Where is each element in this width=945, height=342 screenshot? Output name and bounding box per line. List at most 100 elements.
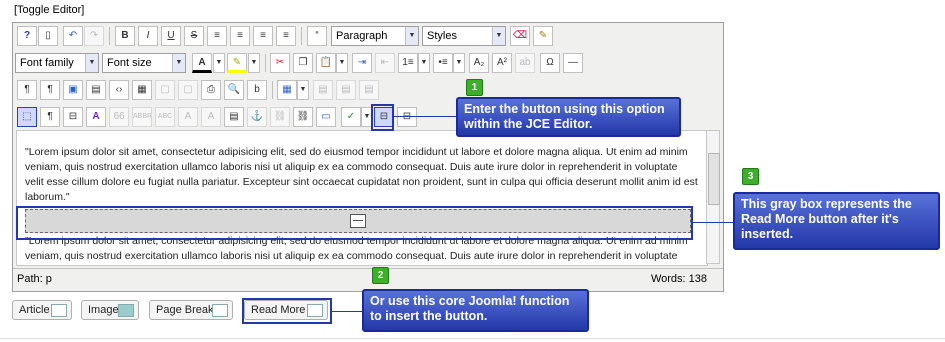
special-character-icon[interactable]: Ω bbox=[540, 53, 560, 73]
image-manager-icon[interactable]: ▭ bbox=[316, 107, 336, 127]
strikethrough-icon[interactable]: S bbox=[184, 26, 204, 46]
cleanup-brush-icon[interactable]: ✎ bbox=[533, 26, 553, 46]
underline-icon[interactable]: U bbox=[161, 26, 181, 46]
toggle-editor-link[interactable]: [Toggle Editor] bbox=[14, 4, 84, 16]
paragraph-select-value: Paragraph bbox=[336, 30, 388, 42]
superscript-icon[interactable]: A² bbox=[492, 53, 512, 73]
article-icon bbox=[51, 304, 67, 317]
blockquote-icon[interactable]: “ bbox=[307, 26, 327, 46]
paragraph-select[interactable]: Paragraph ▼ bbox=[331, 26, 419, 46]
undo-icon[interactable]: ↶ bbox=[63, 26, 83, 46]
chevron-down-icon: ▼ bbox=[85, 54, 98, 72]
new-document-icon[interactable]: ▯ bbox=[38, 26, 58, 46]
highlight-readmore-toolbar bbox=[371, 104, 394, 131]
image-icon bbox=[118, 304, 134, 317]
element-path: Path: p bbox=[17, 273, 52, 285]
callout-badge-1: 1 bbox=[466, 79, 483, 96]
subscript-icon[interactable]: A₂ bbox=[469, 53, 489, 73]
align-left-icon[interactable]: ≡ bbox=[253, 26, 273, 46]
rtl-icon[interactable]: ¶ bbox=[40, 80, 60, 100]
content-scrollbar[interactable] bbox=[706, 130, 720, 264]
spellcheck-icon[interactable]: ✓ bbox=[341, 107, 361, 127]
chevron-down-icon[interactable]: ▼ bbox=[336, 53, 348, 73]
ltr-icon[interactable]: ¶ bbox=[17, 80, 37, 100]
editor-content[interactable]: "Lorem ipsum dolor sit amet, consectetur… bbox=[16, 130, 708, 266]
anchor-icon[interactable]: ⚓ bbox=[247, 107, 267, 127]
copy-icon[interactable]: ❐ bbox=[293, 53, 313, 73]
chevron-down-icon[interactable]: ▼ bbox=[297, 80, 309, 100]
table-icon[interactable]: ▦ bbox=[277, 80, 297, 100]
link-icon[interactable]: ⛓ bbox=[293, 107, 313, 127]
bullet-list-icon[interactable]: •≡ bbox=[433, 53, 453, 73]
article-button-label: Article bbox=[19, 304, 50, 316]
chevron-down-icon[interactable]: ▼ bbox=[453, 53, 465, 73]
row-after-icon[interactable]: ▤ bbox=[336, 80, 356, 100]
fullscreen-icon[interactable]: ▣ bbox=[63, 80, 83, 100]
scrollbar-thumb[interactable] bbox=[708, 153, 720, 205]
styles-icon[interactable]: A bbox=[86, 107, 106, 127]
divider bbox=[0, 338, 945, 339]
styles-select[interactable]: Styles ▼ bbox=[422, 26, 506, 46]
font-family-select[interactable]: Font family ▼ bbox=[15, 53, 99, 73]
toolbar-row-1: ? ▯ ↶ ↷ B I U S ≡ ≡ ≡ ≡ “ Paragraph ▼ St… bbox=[13, 23, 723, 49]
outdent-icon[interactable]: ⇤ bbox=[375, 53, 395, 73]
delete-row-icon[interactable]: ▤ bbox=[359, 80, 379, 100]
image-button[interactable]: Image bbox=[81, 300, 139, 320]
chevron-down-icon[interactable]: ▼ bbox=[248, 53, 260, 73]
editor-statusbar: Path: p Words: 138 bbox=[13, 268, 723, 291]
highlight-readmore-button bbox=[242, 298, 332, 324]
align-right-icon[interactable]: ≡ bbox=[276, 26, 296, 46]
italic-icon[interactable]: I bbox=[138, 26, 158, 46]
separator bbox=[301, 27, 302, 45]
redo-icon[interactable]: ↷ bbox=[84, 26, 104, 46]
highlight-color-icon[interactable]: ✎ bbox=[227, 53, 247, 73]
ins-icon[interactable]: A bbox=[201, 107, 221, 127]
jce-editor: ? ▯ ↶ ↷ B I U S ≡ ≡ ≡ ≡ “ Paragraph ▼ St… bbox=[12, 22, 724, 292]
chevron-down-icon: ▼ bbox=[405, 27, 418, 45]
eraser-icon[interactable]: ⌫ bbox=[510, 26, 530, 46]
abbr-icon[interactable]: ABBR bbox=[132, 107, 152, 127]
align-justify-icon[interactable]: ≡ bbox=[207, 26, 227, 46]
callout-3: This gray box represents the Read More b… bbox=[733, 192, 940, 250]
align-center-icon[interactable]: ≡ bbox=[230, 26, 250, 46]
show-blocks-icon[interactable]: ¶ bbox=[40, 107, 60, 127]
cut-icon[interactable]: ✂ bbox=[270, 53, 290, 73]
numbered-list-icon[interactable]: 1≡ bbox=[398, 53, 418, 73]
callout-badge-2: 2 bbox=[372, 267, 389, 284]
callout-1: Enter the button using this option withi… bbox=[456, 97, 681, 137]
acronym-icon[interactable]: ABC bbox=[155, 107, 175, 127]
pagebreak-icon[interactable]: ⊟ bbox=[397, 107, 417, 127]
unlink-icon[interactable]: ⛓ bbox=[270, 107, 290, 127]
source-code-icon[interactable]: ‹› bbox=[109, 80, 129, 100]
character-map-icon[interactable]: ab bbox=[515, 53, 535, 73]
template-icon[interactable]: ▦ bbox=[132, 80, 152, 100]
del-icon[interactable]: A bbox=[178, 107, 198, 127]
chevron-down-icon[interactable]: ▼ bbox=[213, 53, 225, 73]
visual-aid-icon[interactable]: ⬚ bbox=[17, 107, 37, 127]
cite-icon[interactable]: 66 bbox=[109, 107, 129, 127]
callout-connector bbox=[332, 311, 362, 312]
article-button[interactable]: Article bbox=[12, 300, 72, 320]
non-breaking-icon[interactable]: ⊟ bbox=[63, 107, 83, 127]
help-icon[interactable]: ? bbox=[17, 26, 37, 46]
replace-icon[interactable]: b bbox=[247, 80, 267, 100]
attribs-icon[interactable]: ▤ bbox=[224, 107, 244, 127]
bold-icon[interactable]: B bbox=[115, 26, 135, 46]
preview-icon[interactable]: ▤ bbox=[86, 80, 106, 100]
print-icon[interactable]: ⎙ bbox=[201, 80, 221, 100]
style-props-icon[interactable]: ▢ bbox=[155, 80, 175, 100]
row-before-icon[interactable]: ▤ bbox=[313, 80, 333, 100]
paste-icon[interactable]: 📋 bbox=[316, 53, 336, 73]
page-break-button[interactable]: Page Break bbox=[149, 300, 233, 320]
horizontal-rule-icon[interactable]: — bbox=[563, 53, 583, 73]
layer-icon[interactable]: ▢ bbox=[178, 80, 198, 100]
separator bbox=[272, 81, 273, 99]
font-size-select[interactable]: Font size ▼ bbox=[102, 53, 186, 73]
search-icon[interactable]: 🔍 bbox=[224, 80, 244, 100]
indent-icon[interactable]: ⇥ bbox=[352, 53, 372, 73]
text-color-icon[interactable]: A bbox=[192, 53, 212, 73]
chevron-down-icon[interactable]: ▼ bbox=[418, 53, 430, 73]
styles-select-value: Styles bbox=[427, 30, 457, 42]
separator bbox=[109, 27, 110, 45]
callout-connector bbox=[394, 116, 456, 117]
